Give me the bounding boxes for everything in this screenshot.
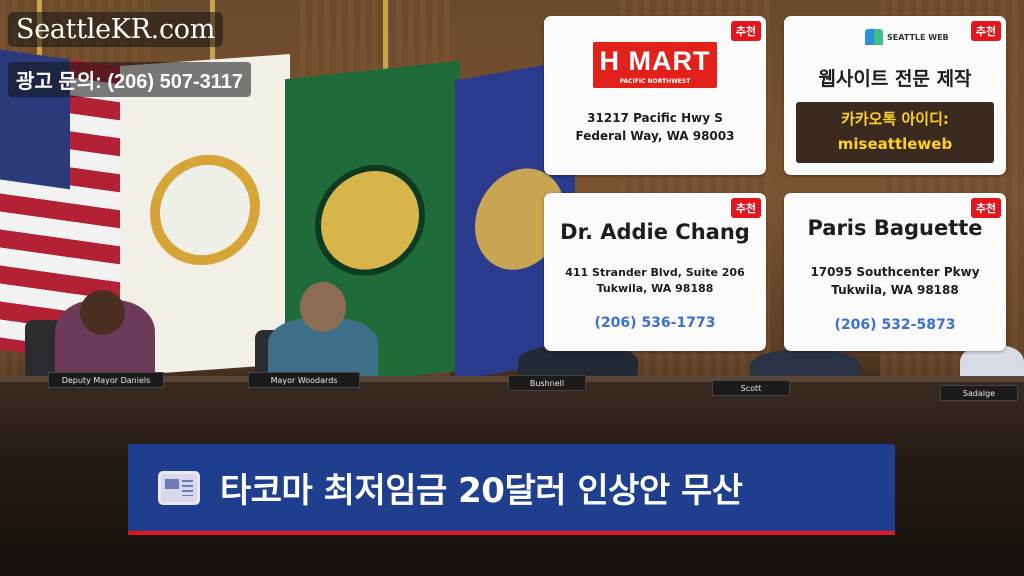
nameplate: Mayor Woodards: [248, 372, 360, 388]
chang-address: 411 Strander Blvd, Suite 206 Tukwila, WA…: [544, 265, 766, 297]
council-member-head: [80, 290, 125, 335]
address-line: Tukwila, WA 98188: [831, 283, 959, 297]
paris-address: 17095 Southcenter Pkwy Tukwila, WA 98188: [784, 263, 1006, 299]
hmart-logo-text: H MART: [599, 46, 711, 76]
ad-contact-line: 광고 문의: (206) 507-3117: [8, 62, 252, 97]
address-line: Tukwila, WA 98188: [596, 282, 714, 295]
hmart-address: 31217 Pacific Hwy S Federal Way, WA 9800…: [544, 109, 766, 145]
recommended-badge: 추천: [970, 198, 1001, 218]
hmart-logo: H MART PACIFIC NORTHWEST: [593, 42, 717, 88]
recommended-badge: 추천: [730, 21, 761, 41]
kakao-id-box: 카카오톡 아이디: miseattleweb: [796, 102, 994, 163]
tribe-emblem: [150, 151, 260, 269]
news-headline: 타코마 최저임금 20달러 인상안 무산: [220, 471, 743, 511]
site-watermark: SeattleKR.com: [8, 12, 224, 47]
seattleweb-headline: 웹사이트 전문 제작: [818, 68, 972, 90]
news-headline-bar: 타코마 최저임금 20달러 인상안 무산: [128, 444, 895, 535]
recommended-badge: 추천: [970, 21, 1001, 41]
ad-card-paris-baguette[interactable]: 추천 Paris Baguette 17095 Southcenter Pkwy…: [784, 193, 1006, 351]
seattleweb-logo-text: SEATTLE WEB: [887, 32, 949, 42]
chang-phone[interactable]: (206) 536-1773: [544, 315, 766, 331]
nameplate: Sadalge: [940, 385, 1018, 401]
address-line: 31217 Pacific Hwy S: [587, 111, 723, 125]
address-line: 411 Strander Blvd, Suite 206: [565, 266, 745, 279]
council-member-head: [300, 282, 346, 332]
ad-card-seattleweb[interactable]: 추천 SEATTLE WEB 웹사이트 전문 제작 카카오톡 아이디: mise…: [784, 16, 1006, 175]
state-seal: [315, 159, 425, 282]
seattleweb-mark-icon: [865, 29, 883, 45]
nameplate: Deputy Mayor Daniels: [48, 372, 164, 388]
nameplate: Scott: [712, 380, 790, 396]
ad-card-hmart[interactable]: 추천 H MART PACIFIC NORTHWEST 31217 Pacifi…: [544, 16, 766, 175]
recommended-badge: 추천: [730, 198, 761, 218]
hmart-logo-subtext: PACIFIC NORTHWEST: [619, 78, 691, 85]
seattleweb-logo: SEATTLE WEB: [865, 29, 949, 45]
nameplate: Bushnell: [508, 375, 586, 391]
paris-title: Paris Baguette: [807, 216, 983, 240]
chang-title: Dr. Addie Chang: [560, 220, 750, 244]
ad-card-dr-chang[interactable]: 추천 Dr. Addie Chang 411 Strander Blvd, Su…: [544, 193, 766, 351]
address-line: Federal Way, WA 98003: [575, 129, 735, 143]
kakao-label: 카카오톡 아이디:: [841, 110, 949, 128]
newspaper-icon: [158, 470, 200, 505]
paris-phone[interactable]: (206) 532-5873: [784, 317, 1006, 333]
address-line: 17095 Southcenter Pkwy: [810, 265, 980, 279]
kakao-id: miseattleweb: [837, 135, 953, 153]
